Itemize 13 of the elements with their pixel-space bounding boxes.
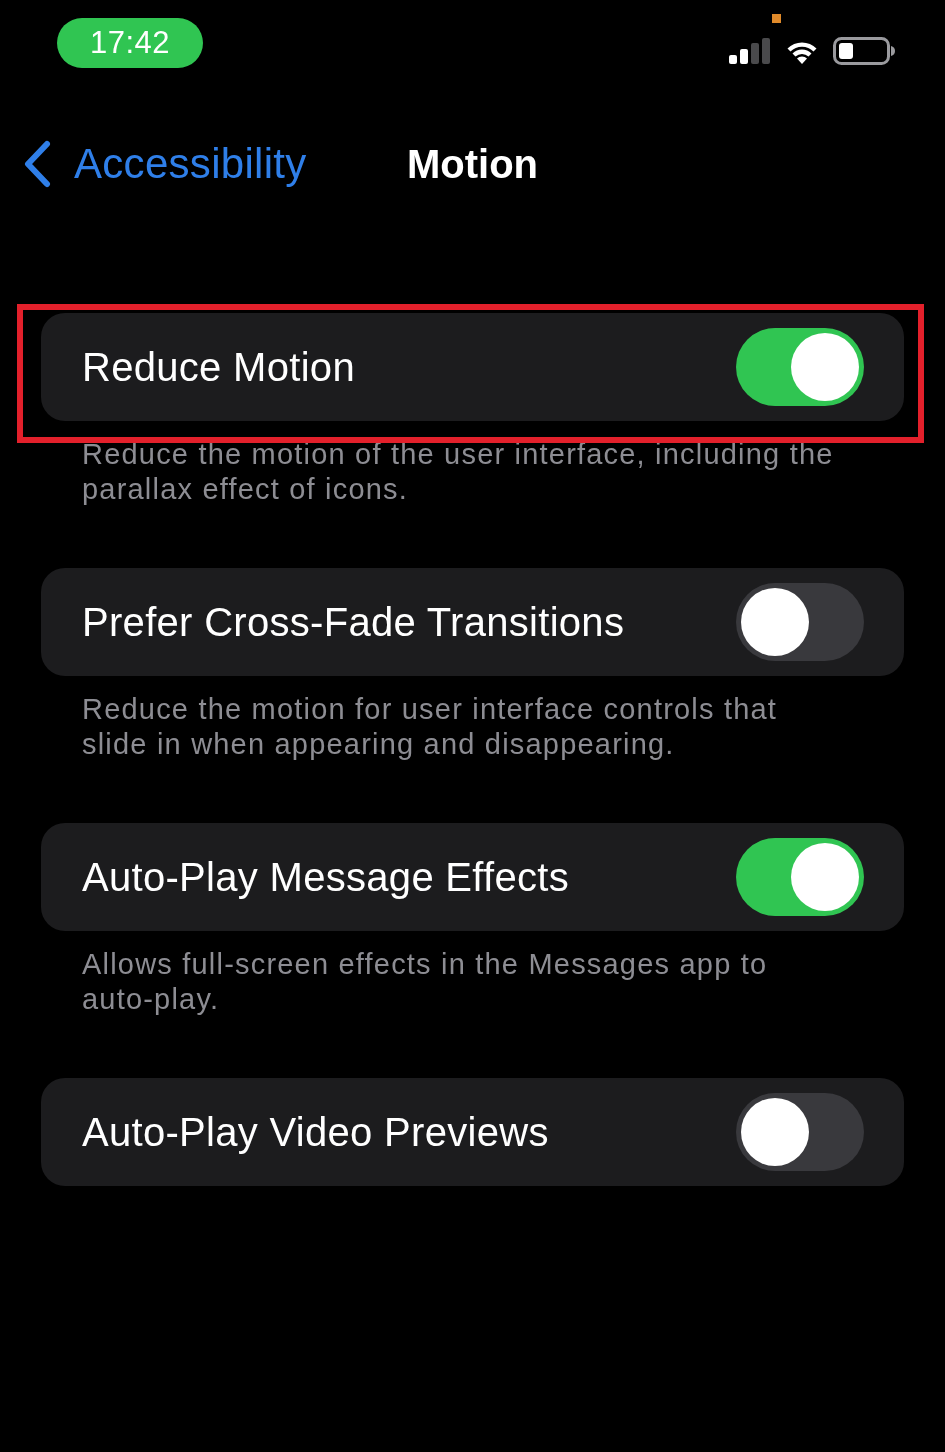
setting-description: Allows full-screen effects in the Messages app to auto-play. xyxy=(82,947,769,1017)
setting-label: Auto-Play Video Previews xyxy=(82,1109,549,1155)
setting-label: Prefer Cross-Fade Transitions xyxy=(82,599,625,645)
status-time: 17:42 xyxy=(57,18,203,68)
signal-icon xyxy=(729,38,771,64)
setting-label: Reduce Motion xyxy=(82,344,355,390)
setting-description: Reduce the motion for user interface controls that slide in when appearing and disappearing. xyxy=(82,692,779,762)
battery-icon xyxy=(833,37,895,65)
back-button[interactable]: Accessibility xyxy=(22,140,307,188)
setting-label: Auto-Play Message Effects xyxy=(82,854,569,900)
setting-description: Reduce the motion of the user interface, including the parallax effect of icons. xyxy=(82,437,835,507)
chevron-left-icon xyxy=(22,140,52,188)
page-title: Motion xyxy=(406,141,539,187)
